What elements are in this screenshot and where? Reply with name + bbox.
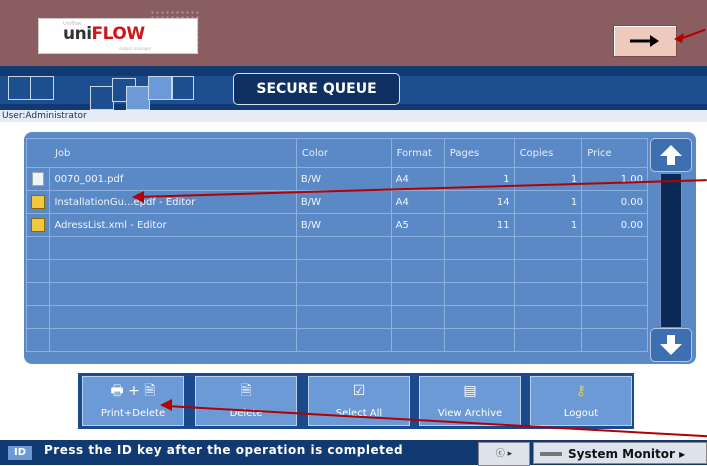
cell-icon xyxy=(25,167,51,191)
table-header-row: Job Color Format Pages Copies Price xyxy=(25,138,648,168)
cell-copies: 1 xyxy=(513,213,583,237)
nav-shape xyxy=(172,76,194,100)
id-badge: ID xyxy=(8,446,32,460)
nav-shape xyxy=(126,86,150,110)
delete-button[interactable]: 🗎 Delete xyxy=(195,376,297,426)
column-header-pages[interactable]: Pages xyxy=(443,138,515,168)
cell-color: B/W xyxy=(295,190,392,214)
locked-document-icon xyxy=(31,218,46,232)
column-header-job[interactable]: Job xyxy=(49,138,297,168)
cell-job: AdressList.xml - Editor xyxy=(49,213,297,237)
cell-price: 1.00 xyxy=(581,167,648,191)
nav-shape xyxy=(148,76,172,100)
logo-wordmark: uniFLOW xyxy=(63,24,145,44)
table-row-empty[interactable] xyxy=(25,282,648,306)
locked-document-icon xyxy=(31,195,46,209)
uniflow-logo: Uniflow uniFLOW output manager xyxy=(38,18,198,54)
key-icon: ⚷ xyxy=(575,383,587,399)
cell-price: 0.00 xyxy=(581,190,648,214)
arrow-right-icon xyxy=(630,35,659,47)
nav-shape xyxy=(90,86,114,110)
counter-icon: ⓒ xyxy=(495,449,505,459)
nav-shape xyxy=(30,76,54,100)
forward-arrow-button[interactable] xyxy=(613,25,677,57)
scroll-up-button[interactable] xyxy=(650,138,692,172)
cell-format: A4 xyxy=(390,190,445,214)
cell-job: 0070_001.pdf xyxy=(49,167,297,191)
table-row-empty[interactable] xyxy=(25,328,648,352)
cell-format: A5 xyxy=(390,213,445,237)
system-monitor-label: System Monitor xyxy=(568,447,675,461)
cell-pages: 11 xyxy=(443,213,515,237)
cell-icon xyxy=(25,190,51,214)
scroll-track[interactable] xyxy=(660,173,682,328)
counter-check-button[interactable]: ⓒ ▸ xyxy=(478,442,530,466)
column-header-price[interactable]: Price xyxy=(581,138,648,168)
system-monitor-indicator xyxy=(540,452,562,456)
table-scrollbar xyxy=(650,138,692,362)
column-header-color[interactable]: Color xyxy=(295,138,392,168)
archive-icon: ▤ xyxy=(463,383,477,399)
cell-price: 0.00 xyxy=(581,213,648,237)
arrow-down-icon xyxy=(660,335,682,355)
cell-copies: 1 xyxy=(513,190,583,214)
table-row-empty[interactable] xyxy=(25,259,648,283)
table-row-empty[interactable] xyxy=(25,305,648,329)
checklist-icon: ☑ xyxy=(352,383,366,399)
column-header-copies[interactable]: Copies xyxy=(513,138,583,168)
cell-color: B/W xyxy=(295,213,392,237)
cell-color: B/W xyxy=(295,167,392,191)
nav-shape xyxy=(8,76,32,100)
view-archive-label: View Archive xyxy=(437,408,503,419)
table-row[interactable]: AdressList.xml - Editor B/W A5 11 1 0.00 xyxy=(25,213,648,237)
user-label: User:Administrator xyxy=(0,110,707,122)
page-title: SECURE QUEUE xyxy=(233,73,400,105)
logout-label: Logout xyxy=(563,408,599,419)
table-row[interactable]: 0070_001.pdf B/W A4 1 1 1.00 xyxy=(25,167,648,191)
scroll-down-button[interactable] xyxy=(650,328,692,362)
cell-copies: 1 xyxy=(513,167,583,191)
logout-button[interactable]: ⚷ Logout xyxy=(530,376,632,426)
cell-pages: 14 xyxy=(443,190,515,214)
cell-icon xyxy=(25,213,51,237)
annotation-arrowhead xyxy=(132,191,144,203)
view-archive-button[interactable]: ▤ View Archive xyxy=(419,376,521,426)
column-header-format[interactable]: Format xyxy=(390,138,445,168)
delete-icon: 🗎 xyxy=(240,383,252,399)
print-delete-icon: 🖶 + 🗎 xyxy=(110,383,156,399)
logo-tagline: output manager xyxy=(119,46,152,51)
table-row[interactable]: InstallationGu...epdf - Editor B/W A4 14… xyxy=(25,190,648,214)
arrow-up-icon xyxy=(660,145,682,165)
annotation-arrowhead xyxy=(674,33,684,43)
document-icon xyxy=(32,172,45,186)
column-header-icon xyxy=(25,138,50,168)
job-table: Job Color Format Pages Copies Price 0070… xyxy=(25,138,648,352)
status-message: Press the ID key after the operation is … xyxy=(44,443,404,457)
system-monitor-button[interactable]: System Monitor ▸ xyxy=(533,442,707,464)
table-row-empty[interactable] xyxy=(25,236,648,260)
annotation-arrowhead xyxy=(160,399,172,411)
